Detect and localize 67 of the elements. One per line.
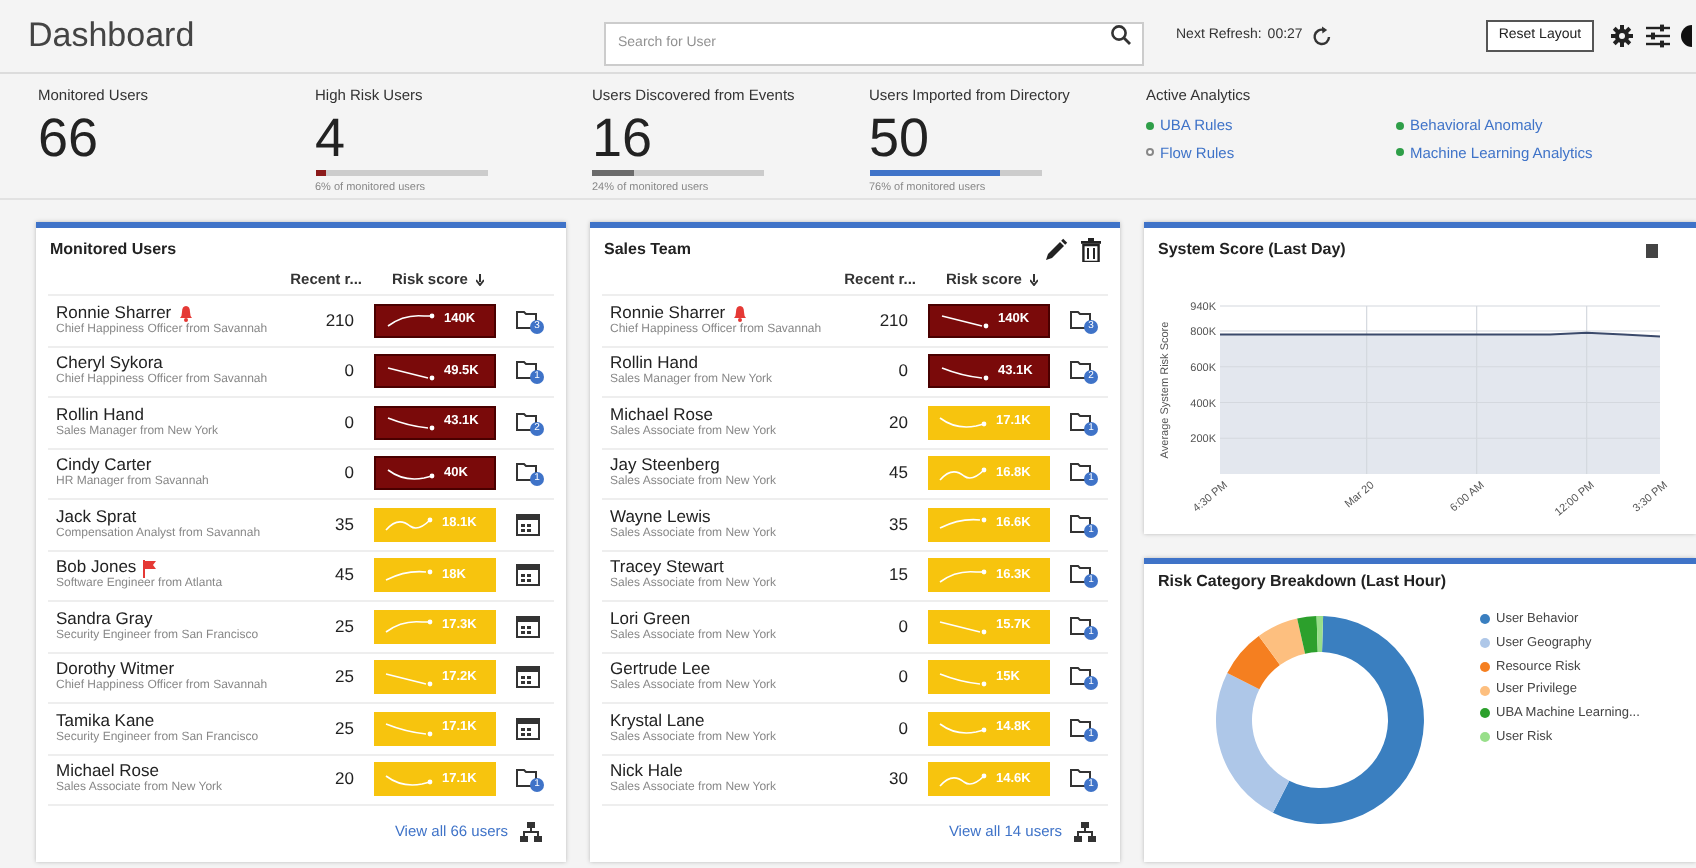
search-icon[interactable] [1110, 24, 1132, 46]
user-name[interactable]: Wayne Lewis [610, 507, 711, 528]
user-name[interactable]: Ronnie Sharrer [610, 303, 726, 324]
recent-count: 0 [342, 358, 356, 385]
recent-count: 25 [333, 613, 356, 640]
recent-count: 45 [333, 562, 356, 589]
calendar-icon[interactable] [516, 715, 540, 740]
user-name[interactable]: Jack Sprat [56, 507, 137, 528]
recent-count: 35 [887, 511, 910, 538]
panel-title: Risk Category Breakdown (Last Hour) [1158, 570, 1449, 594]
refresh-icon[interactable] [1312, 25, 1335, 47]
recent-count: 20 [887, 409, 910, 436]
recent-count: 45 [887, 460, 910, 487]
user-name[interactable]: Rollin Hand [56, 405, 144, 426]
sliders-icon[interactable] [1645, 24, 1670, 48]
sparkline-drawing [382, 614, 434, 639]
user-name[interactable]: Tracey Stewart [610, 558, 724, 579]
user-name[interactable]: Cheryl Sykora [56, 354, 163, 375]
calendar-icon[interactable] [516, 613, 540, 638]
recent-count: 25 [333, 715, 356, 742]
user-name[interactable]: Jay Steenberg [610, 456, 720, 477]
user-name[interactable]: Sandra Gray [56, 609, 153, 630]
delete-icon[interactable] [1080, 238, 1102, 262]
sparkline-drawing [384, 308, 436, 333]
recent-count: 0 [896, 358, 910, 385]
user-name[interactable]: Ronnie Sharrer [56, 303, 172, 324]
stat-value: 66 [38, 108, 101, 169]
sort-down-icon[interactable] [1029, 274, 1038, 286]
stat-value: 16 [592, 108, 655, 169]
user-name[interactable]: Krystal Lane [610, 711, 705, 732]
user-name[interactable]: Nick Hale [610, 762, 683, 783]
user-name[interactable]: Gertrude Lee [610, 660, 711, 681]
recent-count: 0 [896, 715, 910, 742]
user-name[interactable]: Dorothy Witmer [56, 660, 175, 681]
calendar-icon[interactable] [516, 562, 540, 587]
calendar-icon[interactable] [516, 511, 540, 536]
recent-count: 0 [896, 664, 910, 691]
user-name[interactable]: Michael Rose [56, 762, 159, 783]
user-name[interactable]: Bob Jones [56, 558, 137, 579]
recent-count: 0 [896, 613, 910, 640]
page-title: Dashboard [28, 14, 197, 59]
user-name[interactable]: Rollin Hand [610, 354, 698, 375]
panel-title: Sales Team [604, 238, 691, 262]
recent-count: 210 [877, 307, 910, 334]
user-name[interactable]: Tamika Kane [56, 711, 155, 732]
recent-count: 35 [333, 511, 356, 538]
chart-menu-icon[interactable] [1646, 243, 1658, 257]
user-name[interactable]: Lori Green [610, 609, 691, 630]
panel-title: Monitored Users [50, 238, 177, 262]
hierarchy-icon[interactable] [1074, 821, 1096, 842]
recent-count: 25 [333, 664, 356, 691]
edit-icon[interactable] [1044, 238, 1068, 262]
recent-count: 20 [333, 766, 356, 793]
recent-count: 210 [323, 307, 356, 334]
recent-count: 0 [342, 460, 356, 487]
user-name[interactable]: Cindy Carter [56, 456, 152, 477]
recent-count: 0 [342, 409, 356, 436]
settings-icon[interactable] [1609, 24, 1634, 48]
user-name[interactable]: Michael Rose [610, 405, 713, 426]
stat-value: 50 [869, 108, 932, 169]
calendar-icon[interactable] [516, 664, 540, 689]
recent-count: 30 [887, 766, 910, 793]
stat-value: 4 [315, 108, 348, 169]
recent-count: 15 [887, 562, 910, 589]
sort-down-icon[interactable] [475, 274, 484, 286]
panel-title: System Score (Last Day) [1158, 238, 1346, 262]
hierarchy-icon[interactable] [520, 821, 542, 842]
